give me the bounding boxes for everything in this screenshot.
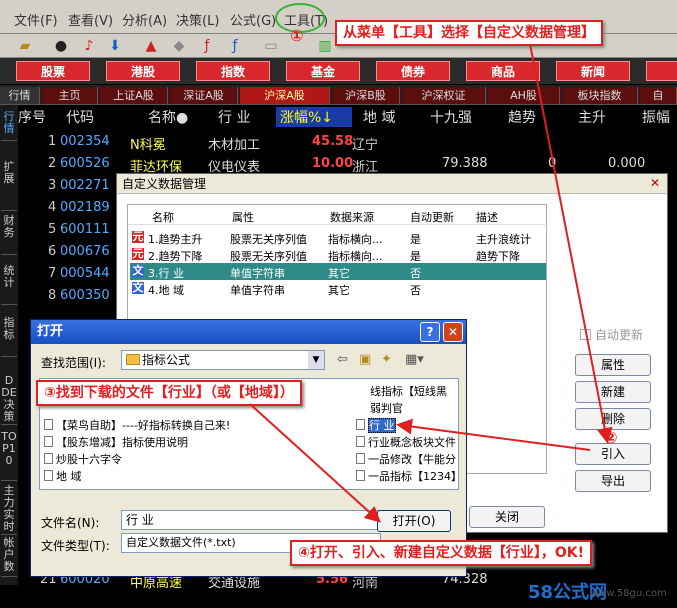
arrow-to-import (529, 43, 613, 444)
watermark-url: www.58gu.com (590, 588, 667, 599)
arrow-to-open (249, 403, 381, 523)
arrow-to-file (396, 418, 591, 451)
stock-app-window: 文件(F) 查看(V) 分析(A) 决策(L) 公式(G) 工具(T) ▰ ● … (0, 0, 677, 608)
annotation-arrows (249, 43, 613, 523)
